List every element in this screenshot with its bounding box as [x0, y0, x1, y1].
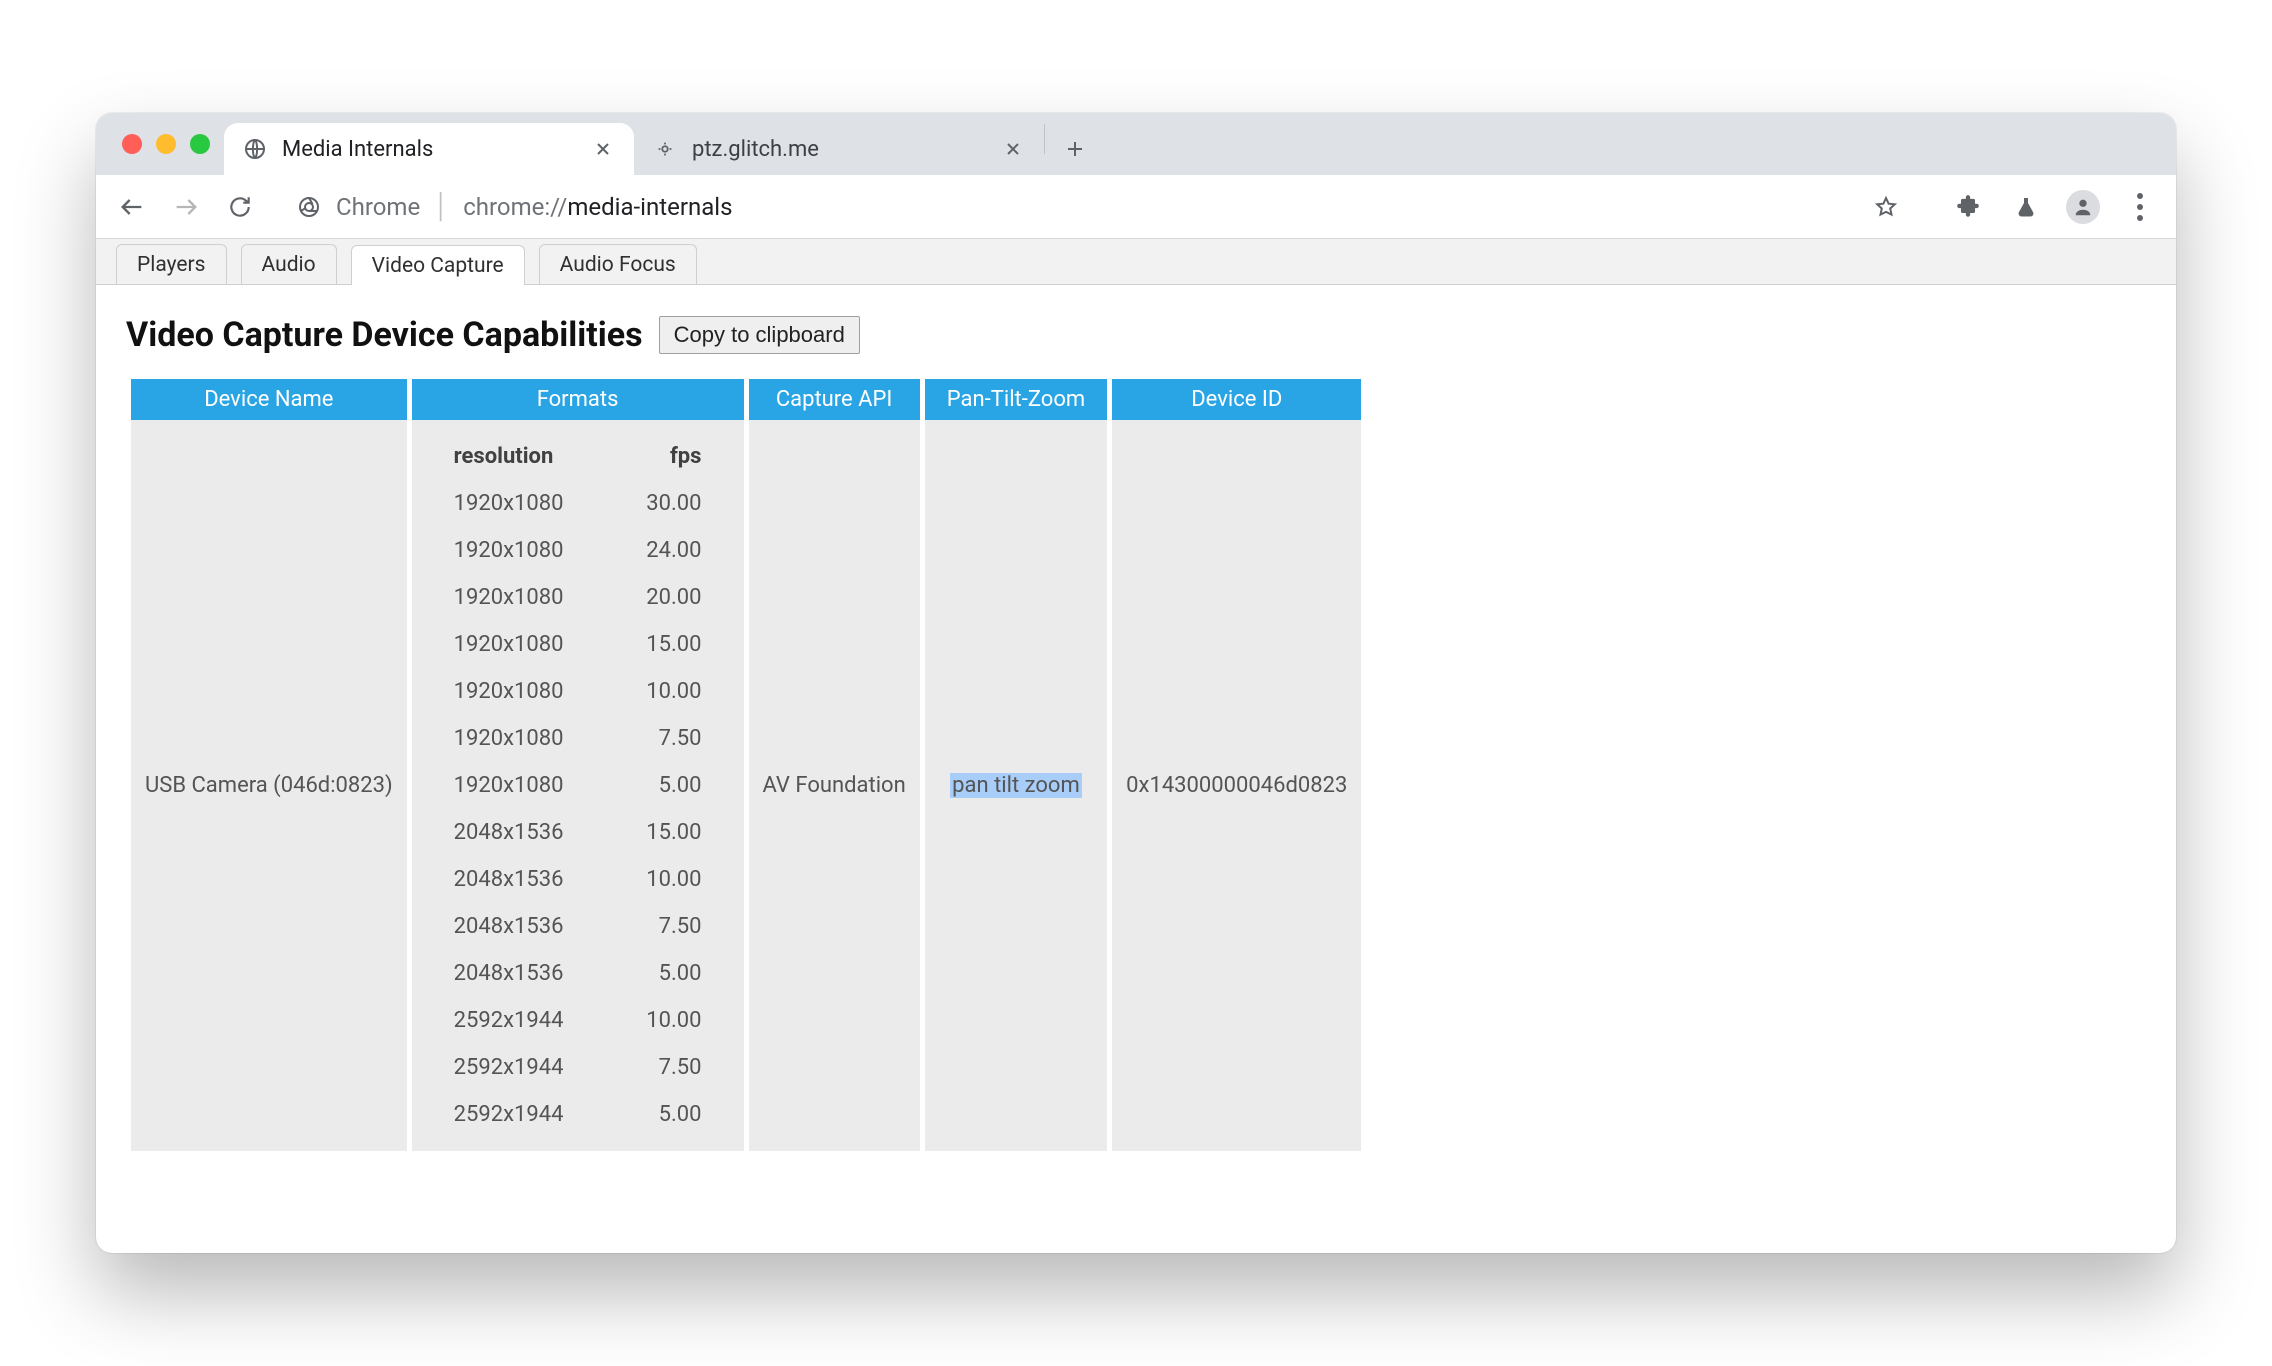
- format-resolution: 1920x1080: [440, 481, 624, 526]
- format-row: 2592x194410.00: [440, 998, 716, 1043]
- cell-ptz: pan tilt zoom: [925, 420, 1107, 1151]
- format-fps: 15.00: [626, 810, 716, 855]
- format-resolution: 1920x1080: [440, 669, 624, 714]
- page-heading: Video Capture Device Capabilities: [126, 315, 643, 355]
- format-fps: 24.00: [626, 528, 716, 573]
- page-tab-video-capture[interactable]: Video Capture: [351, 245, 525, 285]
- bookmark-star-icon[interactable]: [1868, 189, 1904, 225]
- cell-capture-api: AV Foundation: [749, 420, 920, 1151]
- page-tab-audio-focus[interactable]: Audio Focus: [539, 244, 697, 284]
- new-tab-button[interactable]: [1053, 127, 1097, 171]
- format-row: 1920x108024.00: [440, 528, 716, 573]
- format-fps: 20.00: [626, 575, 716, 620]
- menu-kebab-icon[interactable]: [2122, 189, 2158, 225]
- format-resolution: 2048x1536: [440, 810, 624, 855]
- format-resolution: 2592x1944: [440, 1045, 624, 1090]
- col-ptz[interactable]: Pan-Tilt-Zoom: [925, 379, 1107, 420]
- page-tab-bar: Players Audio Video Capture Audio Focus: [96, 239, 2176, 285]
- format-row: 2048x153615.00: [440, 810, 716, 855]
- format-resolution: 1920x1080: [440, 716, 624, 761]
- format-fps: 10.00: [626, 998, 716, 1043]
- close-icon[interactable]: [1000, 136, 1026, 162]
- window-controls: [112, 113, 224, 175]
- format-fps: 5.00: [626, 951, 716, 996]
- format-resolution: 1920x1080: [440, 622, 624, 667]
- tab-title: ptz.glitch.me: [692, 137, 986, 162]
- window-close-button[interactable]: [122, 134, 142, 154]
- format-resolution: 2592x1944: [440, 1092, 624, 1137]
- format-fps: 5.00: [626, 763, 716, 808]
- format-row: 2592x19447.50: [440, 1045, 716, 1090]
- col-formats[interactable]: Formats: [412, 379, 744, 420]
- tab-divider: [1044, 124, 1045, 154]
- col-device-id[interactable]: Device ID: [1112, 379, 1361, 420]
- forward-button[interactable]: [168, 189, 204, 225]
- extensions-icon[interactable]: [1950, 189, 1986, 225]
- url-path: media-internals: [567, 193, 732, 221]
- format-row: 1920x10805.00: [440, 763, 716, 808]
- format-resolution: 2592x1944: [440, 998, 624, 1043]
- toolbar: Chrome │ chrome://media-internals: [96, 175, 2176, 239]
- formats-header-fps: fps: [626, 434, 716, 479]
- tab-ptz-glitch[interactable]: ptz.glitch.me: [634, 123, 1044, 175]
- format-fps: 7.50: [626, 716, 716, 761]
- format-resolution: 2048x1536: [440, 857, 624, 902]
- capabilities-table: Device Name Formats Capture API Pan-Tilt…: [126, 379, 1366, 1151]
- window-zoom-button[interactable]: [190, 134, 210, 154]
- col-device-name[interactable]: Device Name: [131, 379, 407, 420]
- profile-avatar[interactable]: [2066, 190, 2100, 224]
- format-fps: 5.00: [626, 1092, 716, 1137]
- format-resolution: 1920x1080: [440, 528, 624, 573]
- format-resolution: 2048x1536: [440, 951, 624, 996]
- page-content: Video Capture Device Capabilities Copy t…: [96, 285, 2176, 1253]
- browser-window: Media Internals ptz.glitch.me: [96, 113, 2176, 1253]
- format-fps: 7.50: [626, 904, 716, 949]
- url-host: Chrome: [336, 193, 420, 221]
- format-row: 2048x153610.00: [440, 857, 716, 902]
- close-icon[interactable]: [590, 136, 616, 162]
- format-resolution: 1920x1080: [440, 575, 624, 620]
- format-fps: 10.00: [626, 669, 716, 714]
- tab-media-internals[interactable]: Media Internals: [224, 123, 634, 175]
- format-resolution: 1920x1080: [440, 763, 624, 808]
- formats-table: resolution fps 1920x108030.001920x108024…: [438, 432, 718, 1139]
- tab-strip: Media Internals ptz.glitch.me: [96, 113, 2176, 175]
- format-fps: 10.00: [626, 857, 716, 902]
- table-header-row: Device Name Formats Capture API Pan-Tilt…: [131, 379, 1361, 420]
- page-tab-players[interactable]: Players: [116, 244, 227, 284]
- ptz-highlight: pan tilt zoom: [950, 773, 1082, 798]
- reload-button[interactable]: [222, 189, 258, 225]
- format-row: 1920x108015.00: [440, 622, 716, 667]
- tab-title: Media Internals: [282, 137, 576, 162]
- format-fps: 7.50: [626, 1045, 716, 1090]
- format-fps: 30.00: [626, 481, 716, 526]
- table-row: USB Camera (046d:0823) resolution fps 19…: [131, 420, 1361, 1151]
- cell-device-name: USB Camera (046d:0823): [131, 420, 407, 1151]
- back-button[interactable]: [114, 189, 150, 225]
- labs-icon[interactable]: [2008, 189, 2044, 225]
- format-row: 1920x108020.00: [440, 575, 716, 620]
- globe-icon: [242, 136, 268, 162]
- address-bar[interactable]: Chrome │ chrome://media-internals: [276, 184, 1924, 230]
- cell-device-id: 0x14300000046d0823: [1112, 420, 1361, 1151]
- format-row: 2048x15367.50: [440, 904, 716, 949]
- window-minimize-button[interactable]: [156, 134, 176, 154]
- site-icon: [652, 136, 678, 162]
- cell-formats: resolution fps 1920x108030.001920x108024…: [412, 420, 744, 1151]
- format-row: 2592x19445.00: [440, 1092, 716, 1137]
- url-separator: │: [434, 192, 449, 221]
- format-row: 1920x10807.50: [440, 716, 716, 761]
- format-fps: 15.00: [626, 622, 716, 667]
- url-scheme: chrome://: [463, 193, 567, 221]
- toolbar-actions: [1942, 189, 2158, 225]
- format-row: 2048x15365.00: [440, 951, 716, 996]
- copy-to-clipboard-button[interactable]: Copy to clipboard: [659, 316, 860, 354]
- chrome-icon: [296, 194, 322, 220]
- format-row: 1920x108030.00: [440, 481, 716, 526]
- formats-header-resolution: resolution: [440, 434, 624, 479]
- format-row: 1920x108010.00: [440, 669, 716, 714]
- format-resolution: 2048x1536: [440, 904, 624, 949]
- page-tab-audio[interactable]: Audio: [241, 244, 337, 284]
- col-capture-api[interactable]: Capture API: [749, 379, 920, 420]
